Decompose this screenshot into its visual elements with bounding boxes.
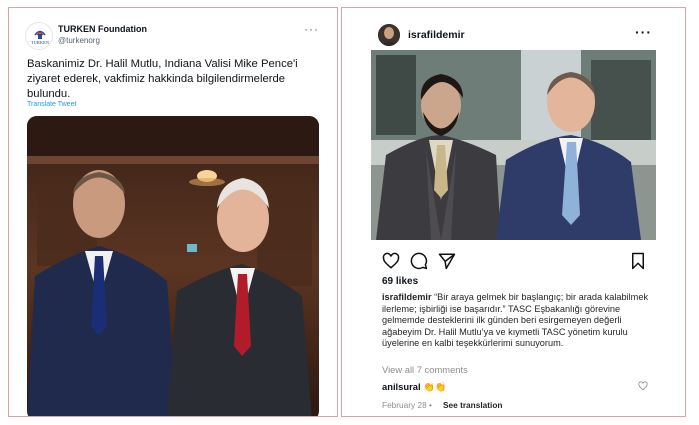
action-bar <box>382 252 647 270</box>
comment-text: 👏👏 <box>423 381 447 392</box>
tweet-header: TURKEN TURKEN Foundation @turkenorg ··· <box>25 22 325 52</box>
date-separator: • <box>429 400 432 410</box>
post-date-text: February 28 <box>382 400 427 410</box>
more-options-button[interactable]: ··· <box>635 24 652 40</box>
tweet-photo[interactable] <box>27 116 319 416</box>
caption-username[interactable]: israfildemir <box>382 292 432 302</box>
tweet-text: Baskanimiz Dr. Halil Mutlu, Indiana Vali… <box>27 58 298 100</box>
see-translation-link[interactable]: See translation <box>443 400 502 410</box>
comment-like-icon[interactable] <box>638 381 648 391</box>
handle[interactable]: @turkenorg <box>58 36 100 45</box>
share-icon[interactable] <box>438 252 456 270</box>
comment-username[interactable]: anilsural <box>382 381 421 392</box>
caption: israfildemir “Bir araya gelmek bir başla… <box>382 292 652 350</box>
avatar-wordmark: TURKEN <box>31 40 50 45</box>
post-photo[interactable] <box>371 50 656 240</box>
bookmark-icon[interactable] <box>629 252 647 270</box>
tweet-card: TURKEN TURKEN Foundation @turkenorg ··· … <box>8 7 338 417</box>
post-username[interactable]: israfildemir <box>408 29 465 41</box>
heart-icon[interactable] <box>382 252 400 270</box>
post-date: February 28 • <box>382 400 432 410</box>
translate-tweet-link[interactable]: Translate Tweet <box>27 101 76 108</box>
post-header: israfildemir ··· <box>378 24 678 48</box>
display-name[interactable]: TURKEN Foundation <box>58 24 147 34</box>
view-all-comments-link[interactable]: View all 7 comments <box>382 364 468 375</box>
more-options-button[interactable]: ··· <box>304 22 319 36</box>
instagram-post: israfildemir ··· 69 likes israfildemir “… <box>341 7 686 417</box>
comment: anilsural 👏👏 <box>382 381 652 393</box>
avatar[interactable]: TURKEN <box>25 22 53 50</box>
likes-count[interactable]: 69 likes <box>382 276 418 287</box>
comment-icon[interactable] <box>410 252 428 270</box>
avatar[interactable] <box>378 24 400 46</box>
